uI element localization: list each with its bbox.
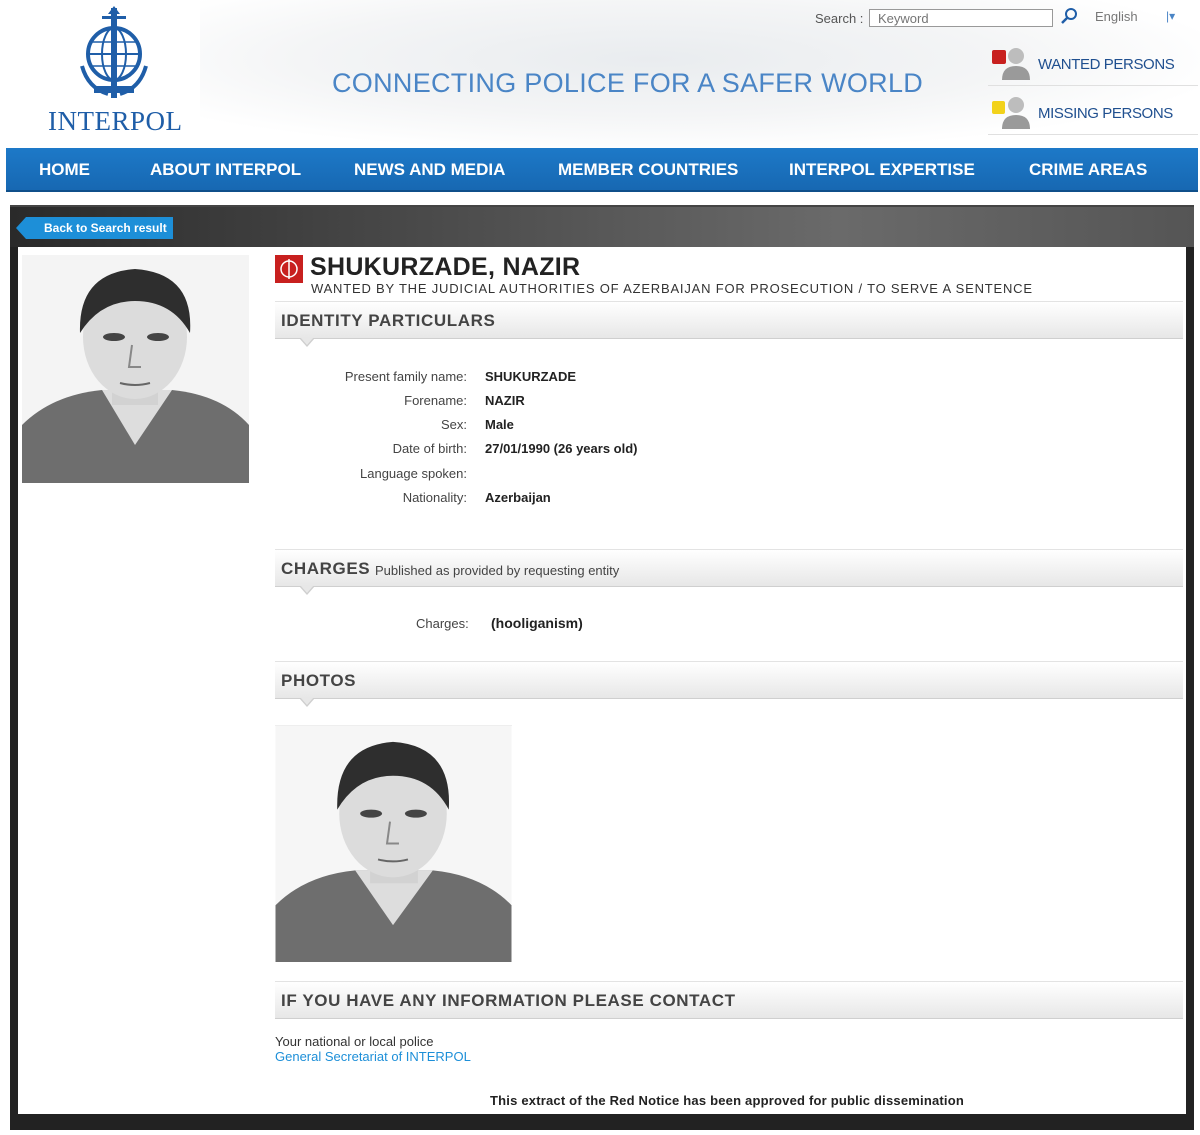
- section-notch: [299, 585, 315, 595]
- person-name: SHUKURZADE, NAZIR: [310, 253, 581, 281]
- identity-section-header: IDENTITY PARTICULARS: [275, 301, 1183, 347]
- nav-interpol-expertise[interactable]: INTERPOL EXPERTISE: [789, 160, 975, 180]
- field-language-spoken: Language spoken:: [275, 466, 875, 486]
- charges-section-title: CHARGES: [281, 559, 371, 578]
- photos-section-title: PHOTOS: [281, 671, 357, 690]
- language-selector[interactable]: English: [1095, 9, 1138, 24]
- charges-section-subtitle: Published as provided by requesting enti…: [375, 563, 620, 578]
- wanted-persons-label: WANTED PERSONS: [1038, 56, 1175, 73]
- nav-about-interpol[interactable]: ABOUT INTERPOL: [150, 160, 301, 180]
- field-label: Language spoken:: [360, 466, 467, 481]
- charges-value: (hooliganism): [491, 615, 583, 631]
- field-sex: Sex: Male: [275, 417, 875, 437]
- missing-persons-label: MISSING PERSONS: [1038, 105, 1173, 122]
- nav-crime-areas[interactable]: CRIME AREAS: [1029, 160, 1147, 180]
- back-to-search-button[interactable]: Back to Search result: [16, 217, 173, 239]
- identity-section-title: IDENTITY PARTICULARS: [281, 311, 496, 330]
- interpol-emblem-icon: [80, 6, 148, 98]
- section-notch: [299, 697, 315, 707]
- tagline: CONNECTING POLICE FOR A SAFER WORLD: [332, 68, 924, 98]
- notice-content: SHUKURZADE, NAZIR WANTED BY THE JUDICIAL…: [18, 247, 1186, 1114]
- section-notch: [299, 337, 315, 347]
- site-header: INTERPOL CONNECTING POLICE FOR A SAFER W…: [0, 0, 1200, 148]
- chevron-down-icon[interactable]: |▾: [1166, 9, 1175, 23]
- wanted-by-text: WANTED BY THE JUDICIAL AUTHORITIES OF AZ…: [311, 281, 1033, 296]
- field-forename: Forename: NAZIR: [275, 393, 875, 413]
- red-notice-icon: [275, 255, 303, 283]
- field-nationality: Nationality: Azerbaijan: [275, 490, 875, 510]
- notice-frame: Back to Search result SHUKURZADE, NAZIR …: [10, 205, 1194, 1130]
- charges-label: Charges:: [416, 616, 469, 631]
- dissemination-disclaimer: This extract of the Red Notice has been …: [490, 1093, 965, 1108]
- search-input[interactable]: [869, 9, 1053, 27]
- field-value: Azerbaijan: [485, 490, 551, 505]
- nav-news-and-media[interactable]: NEWS AND MEDIA: [354, 160, 505, 180]
- notice-details: SHUKURZADE, NAZIR WANTED BY THE JUDICIAL…: [275, 247, 1183, 1114]
- charges-section-header: CHARGES Published as provided by request…: [275, 549, 1183, 595]
- contact-section-title: IF YOU HAVE ANY INFORMATION PLEASE CONTA…: [281, 991, 736, 1010]
- contact-general-secretariat-link[interactable]: General Secretariat of INTERPOL: [275, 1049, 471, 1064]
- wanted-person-icon: [992, 48, 1030, 80]
- interpol-logo[interactable]: INTERPOL: [44, 6, 189, 136]
- search-icon[interactable]: [1060, 7, 1078, 25]
- contact-section-header: IF YOU HAVE ANY INFORMATION PLEASE CONTA…: [275, 981, 1183, 1019]
- missing-person-icon: [992, 97, 1030, 129]
- photos-section-header: PHOTOS: [275, 661, 1183, 707]
- main-navigation: HOME ABOUT INTERPOL NEWS AND MEDIA MEMBE…: [6, 148, 1198, 192]
- field-label: Sex:: [440, 417, 467, 432]
- field-value: SHUKURZADE: [485, 369, 576, 384]
- field-family-name: Present family name: SHUKURZADE: [275, 369, 875, 389]
- field-label: Nationality:: [402, 490, 467, 505]
- wanted-persons-link[interactable]: WANTED PERSONS: [988, 44, 1198, 86]
- frame-toolbar: Back to Search result: [10, 207, 1194, 247]
- logo-wordmark: INTERPOL: [48, 106, 183, 136]
- person-photo[interactable]: [22, 255, 249, 483]
- field-label: Present family name:: [344, 369, 467, 384]
- field-value: NAZIR: [485, 393, 525, 408]
- field-value: 27/01/1990 (26 years old): [485, 441, 638, 456]
- field-value: Male: [485, 417, 514, 432]
- search-label: Search :: [815, 11, 864, 26]
- field-date-of-birth: Date of birth: 27/01/1990 (26 years old): [275, 441, 875, 461]
- missing-persons-link[interactable]: MISSING PERSONS: [988, 93, 1198, 135]
- nav-home[interactable]: HOME: [39, 160, 90, 180]
- nav-member-countries[interactable]: MEMBER COUNTRIES: [558, 160, 738, 180]
- gallery-photo[interactable]: [275, 725, 512, 962]
- field-label: Forename:: [404, 393, 467, 408]
- field-label: Date of birth:: [392, 441, 467, 456]
- contact-local-police: Your national or local police: [275, 1034, 434, 1049]
